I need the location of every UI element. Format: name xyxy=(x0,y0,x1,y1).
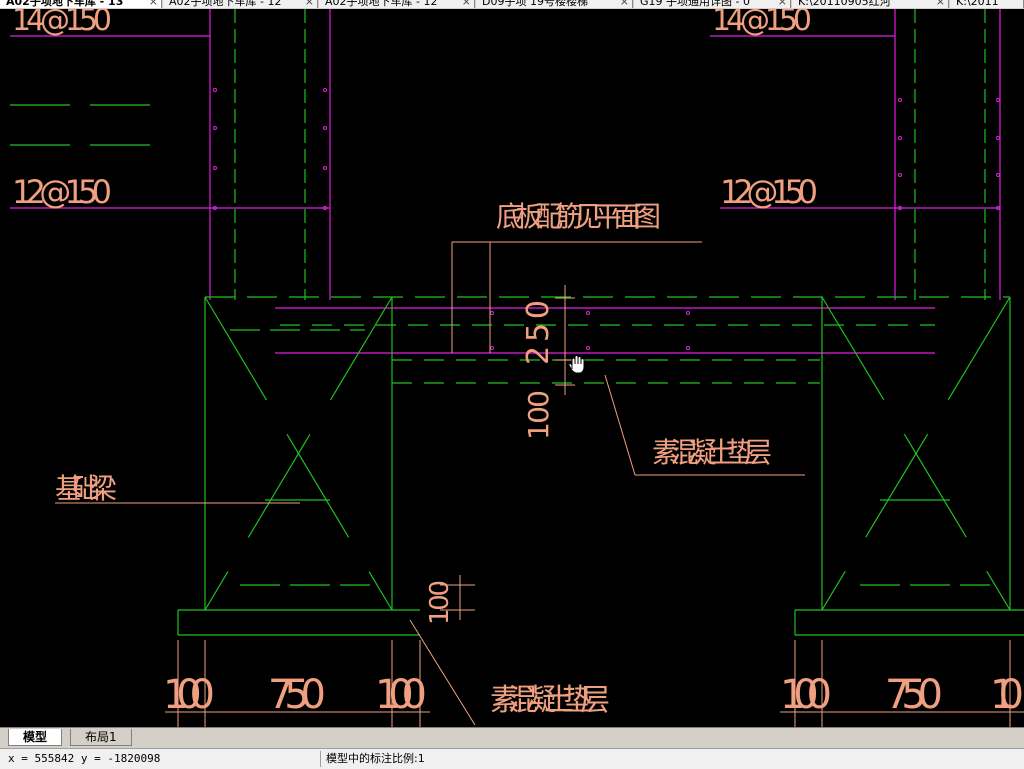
dimension-label: 250 xyxy=(521,300,556,365)
status-separator xyxy=(320,751,321,767)
dimension-label: 100 xyxy=(780,672,832,718)
status-bar: x = 555842 y = -1820098 模型中的标注比例:1 xyxy=(0,748,1024,769)
tab-label: G19 子项通用详图 - 0 xyxy=(640,0,750,8)
layout-tab-bar: 模型 布局1 xyxy=(0,727,1024,748)
drawing-canvas[interactable]: 14@150 14@150 12@150 12@150 底板配筋见平面图 250… xyxy=(0,9,1024,727)
document-tab-bar: A02子项地下车库 - 13 × A02子项地下车库 - 12 × A02子项地下车… xyxy=(0,0,1024,9)
tab-label: K:\2011 xyxy=(956,0,999,8)
dimension-label: 10 xyxy=(990,672,1024,718)
structure-lines xyxy=(10,9,1024,636)
rebar-label: 12@150 xyxy=(12,173,112,211)
pan-cursor-icon xyxy=(568,354,585,374)
close-icon[interactable]: × xyxy=(778,0,787,8)
close-icon[interactable]: × xyxy=(462,0,471,8)
tab-label: A02子项地下车库 - 12 xyxy=(169,0,282,8)
dimension-label: 750 xyxy=(268,672,326,718)
coordinate-readout: x = 555842 y = -1820098 xyxy=(8,752,161,765)
document-tab[interactable]: K:\2011 xyxy=(950,0,1024,8)
dimension-label: 100 xyxy=(425,580,455,625)
tab-label: K:\20110905红河 xyxy=(798,0,891,8)
dimension-label: 100 xyxy=(163,672,215,718)
tab-label: D09子项 19号楼楼梯 xyxy=(482,0,588,8)
dimension-label: 100 xyxy=(522,390,555,440)
tab-model[interactable]: 模型 xyxy=(8,729,63,746)
document-tab[interactable]: A02子项地下车库 - 12 × xyxy=(319,0,475,8)
slab-note: 底板配筋见平面图 xyxy=(496,200,661,233)
document-tab[interactable]: D09子项 19号楼楼梯 × xyxy=(476,0,633,8)
beam-label: 基础梁 xyxy=(55,472,117,505)
rebar-lines xyxy=(10,9,1001,354)
dimension-label: 100 xyxy=(375,672,427,718)
document-tab[interactable]: A02子项地下车库 - 12 × xyxy=(163,0,318,8)
tab-layout1[interactable]: 布局1 xyxy=(70,729,132,746)
rebar-label: 12@150 xyxy=(720,173,818,211)
close-icon[interactable]: × xyxy=(936,0,945,8)
rebar-label: 14@150 xyxy=(12,9,112,38)
rebar-label: 14@150 xyxy=(712,9,812,38)
document-tab[interactable]: A02子项地下车库 - 13 × xyxy=(0,0,162,8)
cushion-label: 素混凝土垫层 xyxy=(490,683,610,718)
close-icon[interactable]: × xyxy=(620,0,629,8)
document-tab[interactable]: K:\20110905红河 × xyxy=(792,0,949,8)
dimension-label: 750 xyxy=(885,672,943,718)
document-tab[interactable]: G19 子项通用详图 - 0 × xyxy=(634,0,791,8)
cushion-label: 素混凝土垫层 xyxy=(652,436,772,469)
tab-label: A02子项地下车库 - 12 xyxy=(325,0,438,8)
annotation-scale[interactable]: 模型中的标注比例:1 xyxy=(326,749,425,769)
tab-label: A02子项地下车库 - 13 xyxy=(6,0,124,8)
close-icon[interactable]: × xyxy=(149,0,158,8)
close-icon[interactable]: × xyxy=(305,0,314,8)
